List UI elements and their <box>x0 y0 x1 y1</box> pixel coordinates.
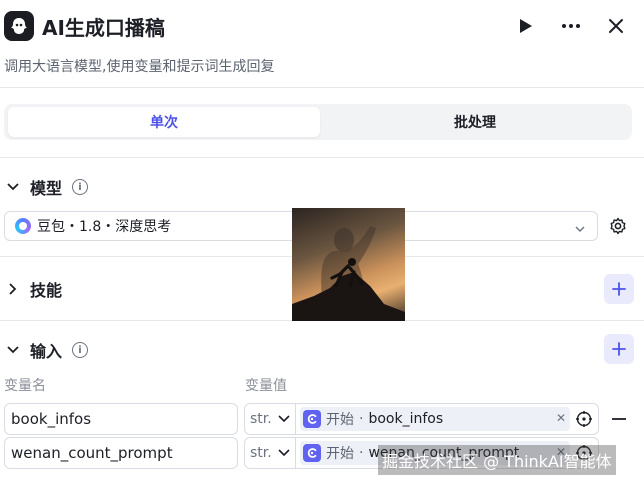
type-select[interactable]: str. <box>244 437 296 469</box>
crosshair-icon[interactable] <box>575 410 593 428</box>
reference-variable: book_infos <box>368 411 444 427</box>
tab-batch[interactable]: 批处理 <box>322 107 628 137</box>
close-icon[interactable] <box>604 14 628 38</box>
model-section-title: 模型 <box>30 179 63 198</box>
chevron-down-icon <box>575 221 585 237</box>
watermark: 掘金技术社区 @ ThinkAI智能体 <box>378 445 616 475</box>
divider <box>0 87 644 88</box>
chevron-right-icon <box>6 282 20 296</box>
node-header: AI生成口播稿 <box>0 0 644 52</box>
variable-name-input[interactable]: wenan_count_prompt <box>4 437 238 469</box>
node-description: 调用大语言模型,使用变量和提示词生成回复 <box>4 59 275 75</box>
more-icon[interactable] <box>559 14 583 38</box>
mode-tabs: 单次 批处理 <box>4 104 632 140</box>
info-icon[interactable]: i <box>72 342 89 358</box>
chevron-down-icon <box>6 343 20 357</box>
chevron-down-icon <box>278 415 290 423</box>
type-select[interactable]: str. <box>244 403 296 435</box>
model-selected-value: 豆包・1.8・深度思考 <box>37 219 172 235</box>
column-label-name: 变量名 <box>4 378 46 394</box>
clear-icon[interactable]: ✕ <box>556 411 566 425</box>
reference-tag: 开始 · book_infos ✕ <box>300 407 570 431</box>
add-input-button[interactable] <box>604 334 634 364</box>
type-value: str. <box>250 445 272 461</box>
robot-icon <box>4 11 34 41</box>
start-node-icon <box>303 410 321 428</box>
column-label-value: 变量值 <box>245 378 287 394</box>
doubao-logo-icon <box>15 218 31 234</box>
reference-separator: · <box>359 411 364 427</box>
play-icon[interactable] <box>514 14 538 38</box>
remove-row-button[interactable] <box>609 409 629 429</box>
variable-reference[interactable]: 开始 · book_infos ✕ <box>295 403 599 435</box>
reference-source: 开始 <box>326 446 354 462</box>
add-skill-button[interactable] <box>604 274 634 304</box>
skills-section-title: 技能 <box>30 281 63 300</box>
node-title: AI生成口播稿 <box>42 16 165 40</box>
chevron-down-icon <box>6 180 20 194</box>
start-node-icon <box>303 444 321 462</box>
tab-single[interactable]: 单次 <box>8 107 320 137</box>
gear-icon[interactable] <box>607 215 629 237</box>
reference-source: 开始 <box>326 412 354 428</box>
input-section-title: 输入 <box>30 342 63 361</box>
divider <box>0 157 644 158</box>
reference-separator: · <box>359 445 364 461</box>
chevron-down-icon <box>278 449 290 457</box>
overlay-photo <box>292 208 405 321</box>
info-icon[interactable]: i <box>72 179 89 195</box>
variable-name-input[interactable]: book_infos <box>4 403 238 435</box>
skills-section-header[interactable]: 技能 <box>6 276 62 302</box>
model-section-header[interactable]: 模型 i <box>6 174 89 200</box>
input-section-header[interactable]: 输入 i <box>6 337 89 363</box>
type-value: str. <box>250 411 272 427</box>
